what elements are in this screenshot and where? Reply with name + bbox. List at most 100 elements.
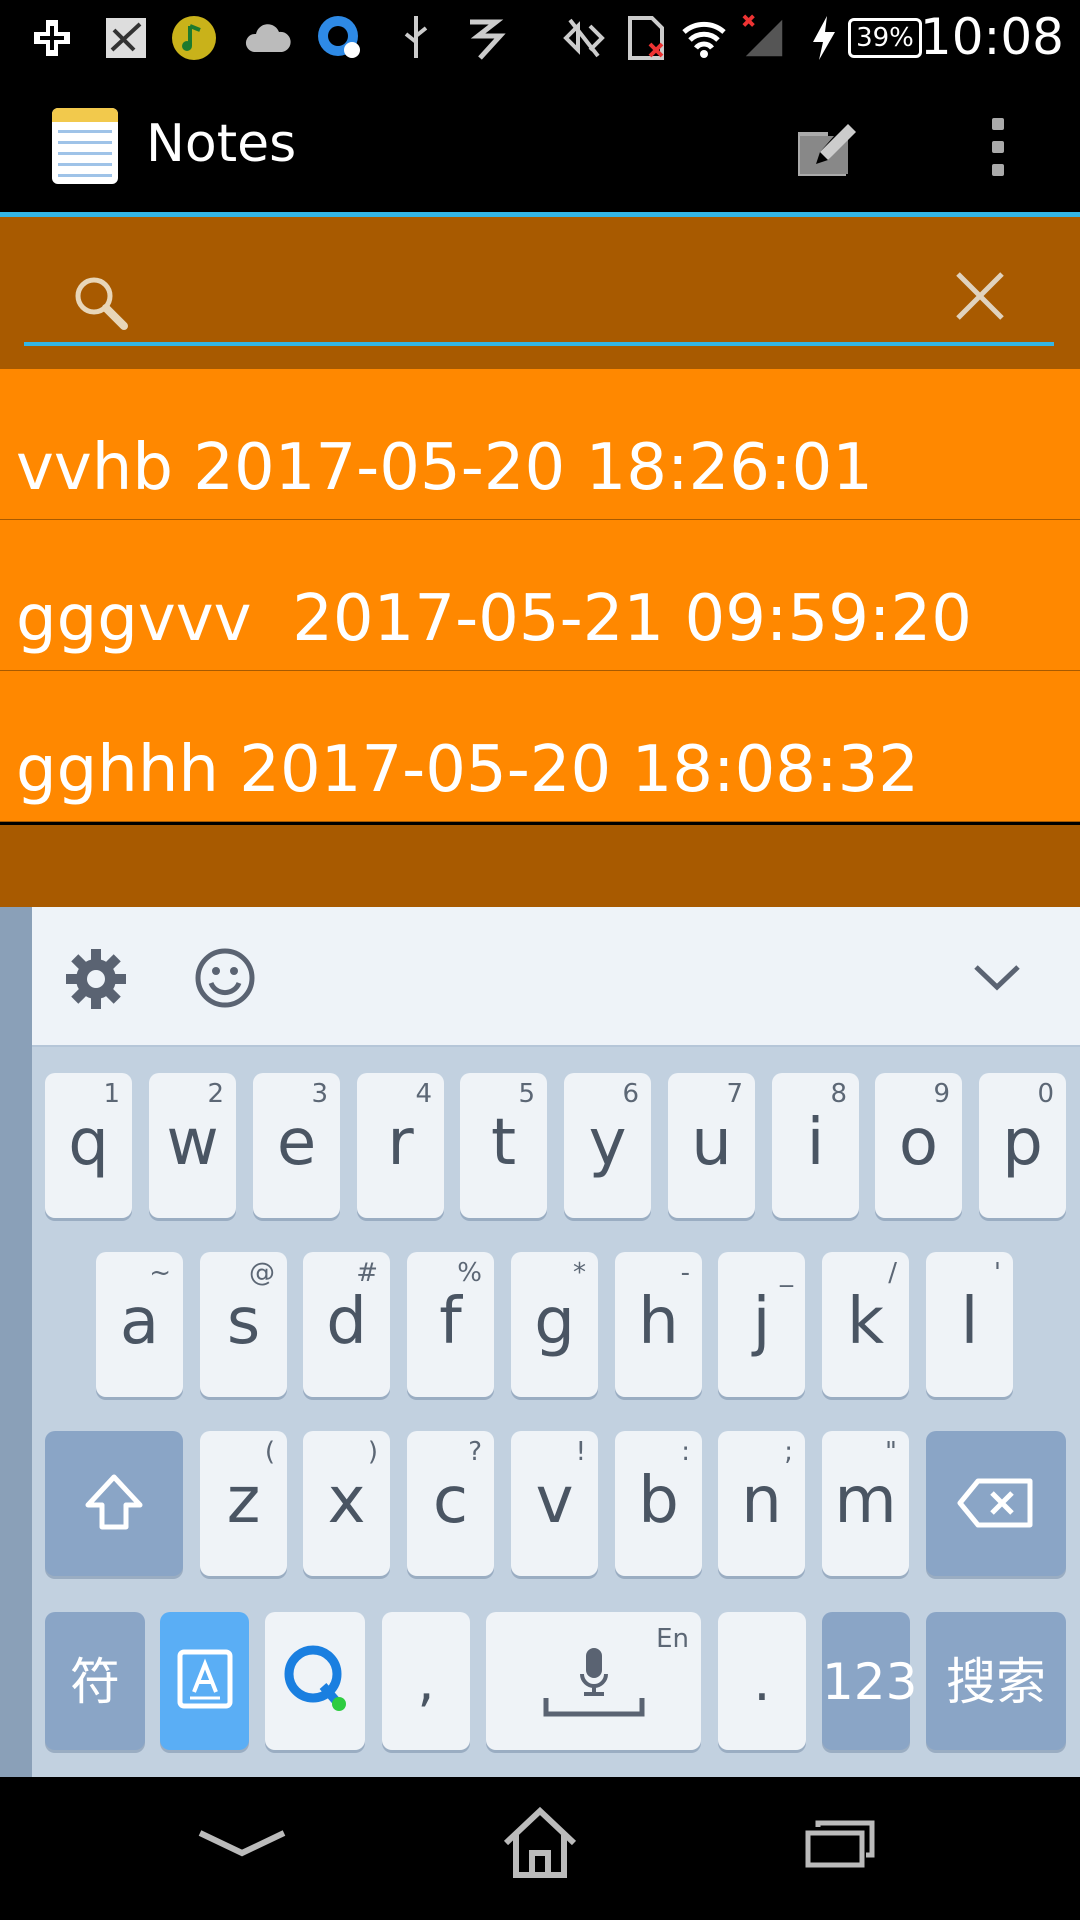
- note-title: vvhb 2017-05-20 18:26:01: [16, 431, 873, 505]
- key-x[interactable]: ) x: [303, 1431, 390, 1576]
- recent-apps-button[interactable]: [804, 1817, 876, 1869]
- backspace-key[interactable]: [926, 1431, 1066, 1576]
- key-g[interactable]: * g: [511, 1252, 598, 1397]
- add-icon: [28, 14, 76, 62]
- home-icon: [503, 1806, 577, 1878]
- key-secondary: 3: [311, 1079, 328, 1109]
- key-v[interactable]: ! v: [511, 1431, 598, 1576]
- key-h[interactable]: -h: [615, 1252, 702, 1397]
- key-s[interactable]: @ s: [200, 1252, 287, 1397]
- compose-icon: [798, 124, 856, 176]
- search-input[interactable]: [150, 262, 934, 334]
- key-secondary: 2: [207, 1079, 224, 1109]
- key-secondary: :: [681, 1437, 690, 1467]
- key-f[interactable]: % f: [407, 1252, 494, 1397]
- key-secondary: ": [885, 1437, 897, 1467]
- text-input-icon: [177, 1649, 233, 1709]
- key-a[interactable]: ~ a: [96, 1252, 183, 1397]
- key-label: g: [534, 1285, 575, 1359]
- emoji-button[interactable]: [194, 947, 256, 1009]
- key-secondary: 1: [103, 1079, 120, 1109]
- key-secondary: 0: [1037, 1079, 1054, 1109]
- key-n[interactable]: ; n: [718, 1431, 805, 1576]
- overflow-dot: [992, 141, 1004, 153]
- comma-key[interactable]: ,: [382, 1612, 470, 1750]
- key-label: d: [326, 1285, 367, 1359]
- key-q[interactable]: 1q: [45, 1073, 132, 1218]
- key-secondary: ;: [784, 1437, 793, 1467]
- cloud-icon: [244, 14, 292, 62]
- overflow-menu-button[interactable]: [980, 112, 1016, 182]
- notes-app-icon: [52, 108, 118, 184]
- key-secondary: (: [264, 1437, 275, 1467]
- q-logo-icon: [284, 1645, 346, 1711]
- key-j[interactable]: _ j: [718, 1252, 805, 1397]
- input-mode-key[interactable]: [160, 1612, 249, 1750]
- key-w[interactable]: 2w: [149, 1073, 236, 1218]
- key-label: 123: [822, 1653, 918, 1711]
- key-secondary: @: [249, 1258, 275, 1288]
- space-key[interactable]: En: [486, 1612, 701, 1750]
- key-label: e: [276, 1106, 317, 1180]
- music-icon: [170, 14, 218, 62]
- key-label: r: [387, 1106, 414, 1180]
- key-label: u: [691, 1106, 732, 1180]
- keyboard-settings-button[interactable]: [64, 947, 128, 1011]
- symbols-key[interactable]: 符: [45, 1612, 145, 1750]
- shift-key[interactable]: [45, 1431, 183, 1576]
- key-secondary: ': [993, 1258, 1001, 1288]
- key-label: 符: [70, 1653, 120, 1711]
- key-k[interactable]: / k: [822, 1252, 909, 1397]
- key-secondary: #: [356, 1258, 378, 1288]
- back-button[interactable]: [196, 1825, 288, 1865]
- key-c[interactable]: ? c: [407, 1431, 494, 1576]
- key-secondary: ~: [149, 1258, 171, 1288]
- key-secondary: !: [575, 1437, 586, 1467]
- key-secondary: ?: [468, 1437, 482, 1467]
- overflow-dot: [992, 164, 1004, 176]
- key-t[interactable]: 5t: [460, 1073, 547, 1218]
- key-label: k: [846, 1285, 885, 1359]
- app-title: Notes: [146, 114, 297, 174]
- microphone-icon: [543, 1648, 645, 1717]
- key-label: b: [638, 1464, 679, 1538]
- browser-icon: [316, 14, 364, 62]
- sim-error-icon: [622, 14, 670, 62]
- charging-icon: [800, 14, 848, 62]
- period-key[interactable]: .: [718, 1612, 806, 1750]
- key-y[interactable]: 6y: [564, 1073, 651, 1218]
- key-e[interactable]: 3e: [253, 1073, 340, 1218]
- numbers-key[interactable]: 123: [822, 1612, 918, 1750]
- list-item[interactable]: gggvvv 2017-05-21 09:59:20: [0, 520, 1080, 671]
- hide-keyboard-button[interactable]: [972, 957, 1022, 997]
- key-label: c: [432, 1464, 469, 1538]
- key-m[interactable]: " m: [822, 1431, 909, 1576]
- key-label: s: [226, 1285, 261, 1359]
- key-label: j: [752, 1285, 771, 1359]
- search-key[interactable]: 搜索: [926, 1612, 1066, 1750]
- key-l[interactable]: ' l: [926, 1252, 1013, 1397]
- key-i[interactable]: 8i: [772, 1073, 859, 1218]
- key-label: z: [226, 1464, 261, 1538]
- key-label: i: [806, 1106, 825, 1180]
- key-label: ,: [417, 1650, 435, 1713]
- key-r[interactable]: 4r: [357, 1073, 444, 1218]
- key-secondary: 7: [726, 1079, 743, 1109]
- key-p[interactable]: 0p: [979, 1073, 1066, 1218]
- list-item[interactable]: gghhh 2017-05-20 18:08:32: [0, 671, 1080, 822]
- battery-level: 39%: [848, 18, 922, 58]
- key-d[interactable]: # d: [303, 1252, 390, 1397]
- new-note-button[interactable]: [790, 112, 860, 182]
- key-u[interactable]: 7u: [668, 1073, 755, 1218]
- home-button[interactable]: [500, 1805, 580, 1881]
- key-o[interactable]: 9o: [875, 1073, 962, 1218]
- navigation-bar: [0, 1777, 1080, 1920]
- usb-icon: [392, 14, 440, 62]
- status-bar: 39% 10:08: [0, 0, 1080, 76]
- key-z[interactable]: (z: [200, 1431, 287, 1576]
- key-b[interactable]: :b: [615, 1431, 702, 1576]
- key-label: w: [166, 1106, 219, 1180]
- quick-app-key[interactable]: [265, 1612, 365, 1750]
- clear-search-button[interactable]: [950, 266, 1010, 326]
- list-item[interactable]: vvhb 2017-05-20 18:26:01: [0, 369, 1080, 520]
